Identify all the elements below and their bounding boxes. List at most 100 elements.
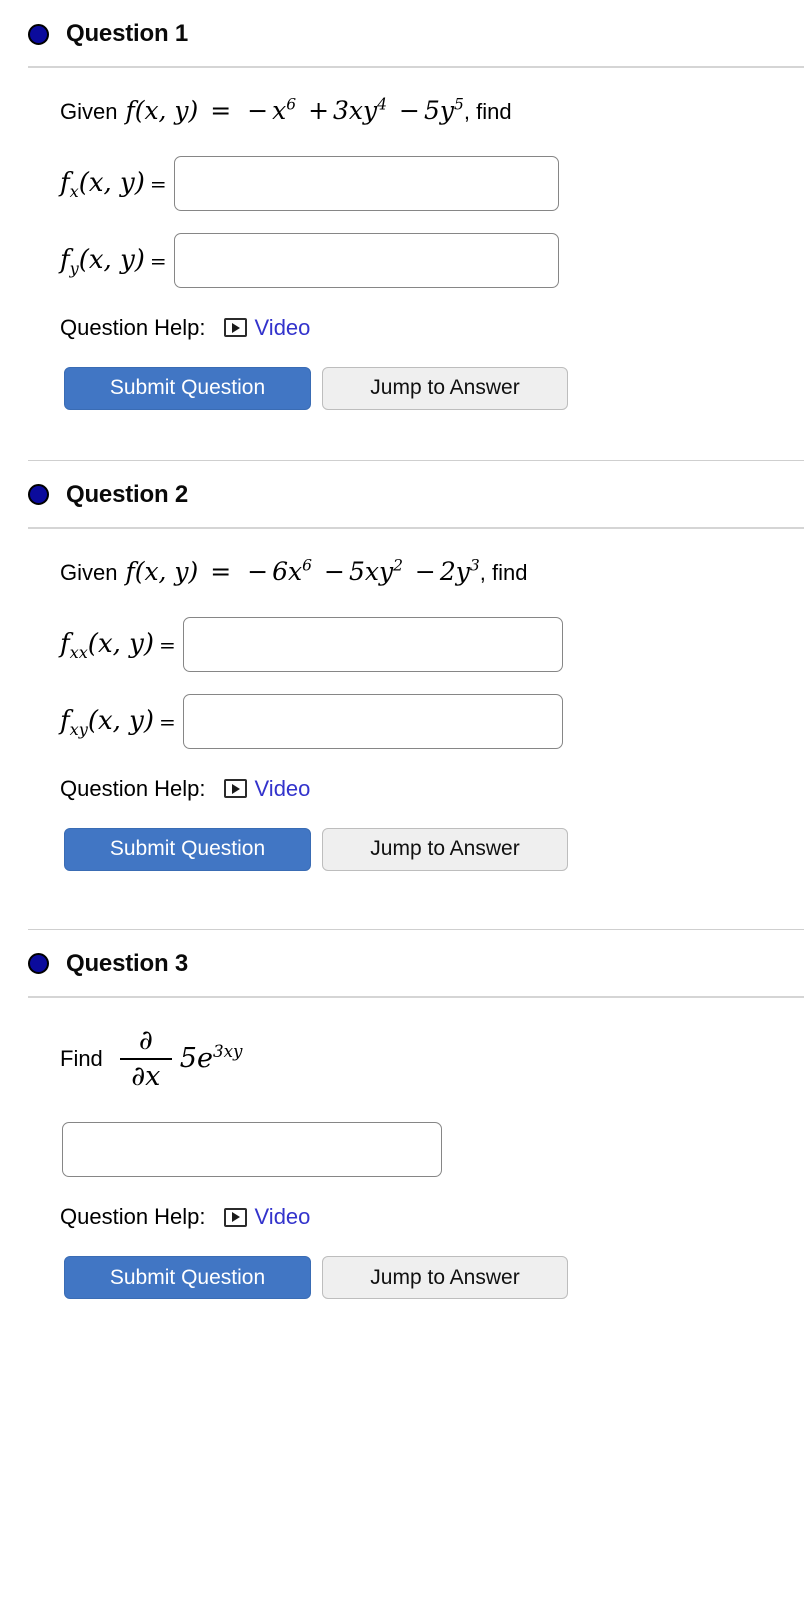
prompt-lead: Find bbox=[60, 1045, 103, 1071]
question-body-2: Given f(x, y) = −6x6 −5xy2 −2y3, find fx… bbox=[0, 529, 804, 929]
answer-label-fxy: fxy(x, y) = bbox=[60, 706, 183, 740]
question-help-row-2: Question Help: Video bbox=[60, 776, 804, 802]
answer-input-fxy[interactable] bbox=[182, 693, 563, 749]
label-base: f bbox=[60, 706, 70, 736]
question-title: Question 3 bbox=[66, 949, 189, 977]
prompt-tail: , find bbox=[463, 99, 512, 124]
answer-label-fxx: fxx(x, y) = bbox=[60, 629, 183, 663]
question-prompt-2: Given f(x, y) = −6x6 −5xy2 −2y3, find bbox=[60, 529, 804, 595]
submit-question-button[interactable]: Submit Question bbox=[64, 827, 311, 871]
term-2-base: 3xy bbox=[333, 96, 378, 125]
prompt-equals: = bbox=[210, 556, 232, 586]
video-help-link[interactable]: Video bbox=[255, 315, 311, 341]
submit-question-button[interactable]: Submit Question bbox=[64, 1256, 311, 1300]
derivative-expression: 5e3xy bbox=[180, 1043, 243, 1074]
term-3-op: − bbox=[414, 556, 436, 586]
question-title: Question 1 bbox=[66, 20, 189, 47]
term-1-base: x bbox=[272, 96, 287, 125]
term-3-base: 2y bbox=[439, 556, 470, 586]
label-equals: = bbox=[158, 633, 176, 657]
answer-input-q3[interactable] bbox=[62, 1122, 442, 1178]
question-prompt-1: Given f(x, y) = − x6 +3xy4 −5y5, find bbox=[60, 68, 804, 134]
label-args: (x, y) bbox=[87, 629, 154, 659]
question-help-label: Question Help: bbox=[60, 314, 206, 340]
label-equals: = bbox=[149, 172, 167, 197]
question-block-1: Question 1 Given f(x, y) = − x6 +3xy4 −5y… bbox=[0, 0, 804, 460]
question-title: Question 2 bbox=[66, 480, 189, 508]
question-body-3: Find ∂ ∂x 5e3xy Question Help: Video Sub… bbox=[0, 998, 804, 1350]
expression-exponent: 3xy bbox=[212, 1041, 243, 1062]
derivative-denominator: ∂x bbox=[131, 1060, 161, 1092]
term-3-exponent: 3 bbox=[469, 556, 480, 575]
answer-label-fx: fx(x, y) = bbox=[60, 168, 174, 202]
assignment-page: Question 1 Given f(x, y) = − x6 +3xy4 −5y… bbox=[0, 0, 804, 1349]
prompt-function: f(x, y) bbox=[125, 556, 199, 586]
expression-base: 5e bbox=[179, 1043, 213, 1075]
jump-to-answer-button[interactable]: Jump to Answer bbox=[322, 1256, 568, 1300]
term-2-op: − bbox=[323, 556, 345, 586]
video-play-icon[interactable] bbox=[223, 1207, 247, 1227]
label-subscript: xy bbox=[69, 720, 88, 740]
answer-input-fy[interactable] bbox=[173, 232, 559, 288]
term-1-op: − bbox=[247, 96, 269, 125]
label-subscript: x bbox=[69, 182, 79, 202]
answer-row-fxy: fxy(x, y) = bbox=[60, 693, 804, 749]
question-block-2: Question 2 Given f(x, y) = −6x6 −5xy2 −2… bbox=[0, 461, 804, 929]
term-3-exponent: 5 bbox=[453, 95, 464, 114]
question-actions-3: Submit Question Jump to Answer bbox=[60, 1256, 804, 1300]
derivative-numerator: ∂ bbox=[138, 1024, 153, 1056]
question-status-bullet-icon bbox=[28, 23, 49, 45]
question-header-2: Question 2 bbox=[0, 461, 804, 527]
label-equals: = bbox=[149, 249, 167, 274]
question-help-row-1: Question Help: Video bbox=[60, 315, 804, 341]
question-status-bullet-icon bbox=[28, 953, 49, 974]
label-base: f bbox=[60, 629, 70, 659]
label-subscript: xx bbox=[69, 643, 88, 663]
video-play-icon[interactable] bbox=[223, 318, 247, 338]
label-subscript: y bbox=[69, 259, 79, 279]
submit-question-button[interactable]: Submit Question bbox=[64, 366, 311, 410]
jump-to-answer-button[interactable]: Jump to Answer bbox=[322, 366, 568, 410]
term-1-base: 6x bbox=[272, 556, 303, 586]
video-help-link[interactable]: Video bbox=[255, 776, 311, 802]
prompt-lead: Given bbox=[60, 559, 118, 585]
answer-row-fxx: fxx(x, y) = bbox=[60, 616, 804, 672]
label-args: (x, y) bbox=[87, 706, 154, 736]
answer-row-fx: fx(x, y) = bbox=[60, 155, 804, 211]
fraction-bar bbox=[119, 1057, 172, 1060]
question-prompt-3: Find ∂ ∂x 5e3xy bbox=[60, 998, 804, 1093]
prompt-equals: = bbox=[210, 96, 232, 125]
answer-input-fx[interactable] bbox=[173, 155, 559, 211]
answer-row-q3 bbox=[62, 1122, 804, 1178]
term-2-exponent: 4 bbox=[377, 95, 388, 114]
label-base: f bbox=[60, 168, 70, 199]
term-1-op: − bbox=[247, 556, 269, 586]
question-status-bullet-icon bbox=[28, 484, 49, 506]
jump-to-answer-button[interactable]: Jump to Answer bbox=[322, 827, 568, 871]
question-header-3: Question 3 bbox=[0, 930, 804, 996]
answer-label-fy: fy(x, y) = bbox=[60, 245, 174, 279]
prompt-tail: , find bbox=[479, 559, 528, 585]
term-2-op: + bbox=[308, 96, 330, 125]
label-base: f bbox=[60, 245, 70, 276]
question-actions-2: Submit Question Jump to Answer bbox=[60, 827, 804, 871]
question-help-label: Question Help: bbox=[60, 1204, 206, 1230]
question-block-3: Question 3 Find ∂ ∂x 5e3xy Question Help… bbox=[0, 930, 804, 1350]
label-args: (x, y) bbox=[78, 245, 145, 276]
video-play-icon[interactable] bbox=[223, 779, 247, 798]
video-help-link[interactable]: Video bbox=[255, 1204, 311, 1230]
term-3-base: 5y bbox=[423, 96, 454, 125]
answer-row-fy: fy(x, y) = bbox=[60, 232, 804, 288]
partial-derivative-operator: ∂ ∂x bbox=[119, 1024, 172, 1093]
term-2-exponent: 2 bbox=[393, 556, 403, 575]
term-2-base: 5xy bbox=[348, 556, 394, 586]
prompt-function: f(x, y) bbox=[125, 96, 199, 125]
answer-input-fxx[interactable] bbox=[182, 616, 563, 672]
term-1-exponent: 6 bbox=[286, 95, 297, 114]
label-args: (x, y) bbox=[78, 168, 145, 199]
question-body-1: Given f(x, y) = − x6 +3xy4 −5y5, find fx(… bbox=[0, 68, 804, 460]
prompt-lead: Given bbox=[60, 99, 118, 124]
